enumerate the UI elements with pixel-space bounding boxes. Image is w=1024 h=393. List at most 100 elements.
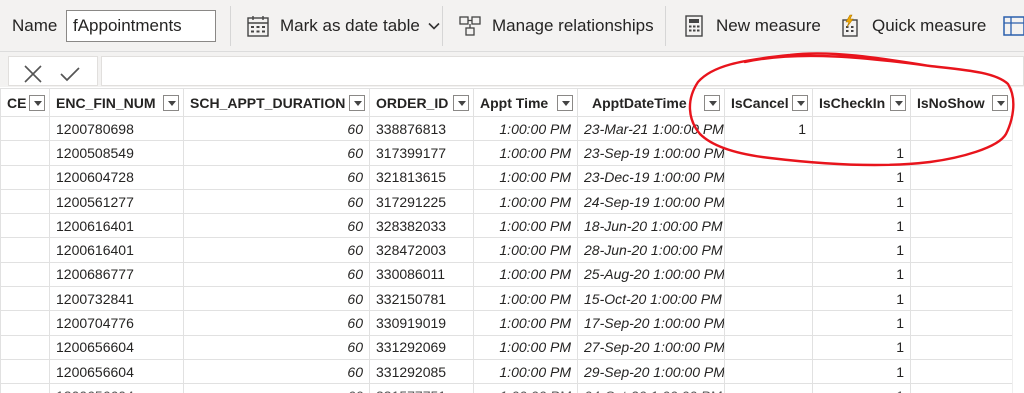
cell-order-id[interactable]: 321813615 (369, 164, 474, 190)
cell-is-checkin[interactable]: 1 (812, 164, 911, 190)
cell-is-cancel[interactable] (724, 140, 813, 166)
cell-appt-time[interactable]: 1:00:00 PM (473, 140, 578, 166)
cell-is-noshow[interactable] (910, 164, 1013, 190)
cell-is-checkin[interactable]: 1 (812, 188, 911, 215)
cell-ce[interactable] (0, 383, 50, 393)
cell-sch-appt-duration[interactable]: 60 (183, 140, 370, 166)
cell-is-cancel[interactable] (724, 383, 813, 393)
cell-enc-fin-num[interactable]: 1200656604 (49, 358, 184, 385)
cell-enc-fin-num[interactable]: 1200616401 (49, 237, 184, 263)
cell-ce[interactable] (0, 115, 50, 142)
cell-order-id[interactable]: 330086011 (369, 261, 474, 288)
commit-check-icon[interactable] (59, 63, 81, 85)
cell-order-id[interactable]: 328472003 (369, 237, 474, 263)
cell-order-id[interactable]: 338876813 (369, 115, 474, 142)
table-row[interactable]: 1200656604 60 331292085 1:00:00 PM 29-Sep-20… (0, 358, 1013, 385)
cell-is-cancel[interactable] (724, 310, 813, 336)
filter-dropdown-icon[interactable] (890, 95, 906, 111)
table-row[interactable]: 1200604728 60 321813615 1:00:00 PM 23-Dec-19… (0, 164, 1013, 190)
cell-ce[interactable] (0, 188, 50, 215)
cell-appt-datetime[interactable]: 27-Sep-20 1:00:00 PM (577, 334, 725, 360)
filter-dropdown-icon[interactable] (349, 95, 365, 111)
cell-sch-appt-duration[interactable]: 60 (183, 334, 370, 360)
column-header[interactable]: ENC_FIN_NUM (49, 88, 184, 117)
cell-is-noshow[interactable] (910, 286, 1013, 312)
table-row[interactable]: 1200508549 60 317399177 1:00:00 PM 23-Sep-19… (0, 140, 1013, 166)
cell-is-checkin[interactable]: 1 (812, 310, 911, 336)
cell-appt-time[interactable]: 1:00:00 PM (473, 286, 578, 312)
cell-appt-time[interactable]: 1:00:00 PM (473, 383, 578, 393)
cell-appt-datetime[interactable]: 23-Sep-19 1:00:00 PM (577, 140, 725, 166)
cell-appt-datetime[interactable]: 23-Dec-19 1:00:00 PM (577, 164, 725, 190)
cell-appt-time[interactable]: 1:00:00 PM (473, 237, 578, 263)
filter-dropdown-icon[interactable] (792, 95, 808, 111)
cell-ce[interactable] (0, 358, 50, 385)
column-header[interactable]: IsCancel (724, 88, 813, 117)
cell-order-id[interactable]: 330919019 (369, 310, 474, 336)
vertical-scrollbar[interactable] (1012, 88, 1024, 393)
column-header[interactable]: ApptDateTime (577, 88, 725, 117)
formula-input[interactable] (101, 56, 1024, 86)
cell-enc-fin-num[interactable]: 1200656604 (49, 334, 184, 360)
new-measure-button[interactable]: New measure (682, 9, 821, 43)
cell-order-id[interactable]: 328382033 (369, 213, 474, 239)
column-header[interactable]: IsNoShow (910, 88, 1013, 117)
cell-is-cancel[interactable] (724, 164, 813, 190)
filter-dropdown-icon[interactable] (453, 95, 469, 111)
cell-enc-fin-num[interactable]: 1200616401 (49, 213, 184, 239)
cell-is-cancel[interactable] (724, 237, 813, 263)
manage-relationships-button[interactable]: Manage relationships (458, 9, 654, 43)
cell-enc-fin-num[interactable]: 1200604728 (49, 164, 184, 190)
cell-ce[interactable] (0, 334, 50, 360)
cell-is-noshow[interactable] (910, 140, 1013, 166)
table-row[interactable]: 1200656604603315777511:00:00 PM04-Oct-20… (0, 383, 1013, 393)
cell-is-cancel[interactable] (724, 261, 813, 288)
column-header[interactable]: Appt Time (473, 88, 578, 117)
column-header[interactable]: SCH_APPT_DURATION (183, 88, 370, 117)
cell-appt-time[interactable]: 1:00:00 PM (473, 115, 578, 142)
cell-appt-datetime[interactable]: 25-Aug-20 1:00:00 PM (577, 261, 725, 288)
table-row[interactable]: 1200616401 60 328382033 1:00:00 PM 18-Jun-20… (0, 213, 1013, 239)
cell-is-checkin[interactable]: 1 (812, 140, 911, 166)
cell-sch-appt-duration[interactable]: 60 (183, 213, 370, 239)
cell-is-noshow[interactable] (910, 213, 1013, 239)
cell-sch-appt-duration[interactable]: 60 (183, 261, 370, 288)
quick-measure-button[interactable]: Quick measure (838, 9, 986, 43)
cell-is-noshow[interactable] (910, 261, 1013, 288)
table-row[interactable]: 1200704776 60 330919019 1:00:00 PM 17-Sep-20… (0, 310, 1013, 336)
cell-is-checkin[interactable]: 1 (812, 334, 911, 360)
cell-ce[interactable] (0, 237, 50, 263)
cell-sch-appt-duration[interactable]: 60 (183, 383, 370, 393)
cell-is-cancel[interactable] (724, 188, 813, 215)
cell-is-checkin[interactable]: 1 (812, 213, 911, 239)
cell-enc-fin-num[interactable]: 1200686777 (49, 261, 184, 288)
cell-is-noshow[interactable] (910, 188, 1013, 215)
cell-appt-time[interactable]: 1:00:00 PM (473, 213, 578, 239)
cell-sch-appt-duration[interactable]: 60 (183, 286, 370, 312)
cell-ce[interactable] (0, 286, 50, 312)
cell-appt-datetime[interactable]: 18-Jun-20 1:00:00 PM (577, 213, 725, 239)
cell-enc-fin-num[interactable]: 1200704776 (49, 310, 184, 336)
cell-is-checkin[interactable]: 1 (812, 383, 911, 393)
cell-is-checkin[interactable] (812, 115, 911, 142)
cell-sch-appt-duration[interactable]: 60 (183, 164, 370, 190)
cell-enc-fin-num[interactable]: 1200508549 (49, 140, 184, 166)
cell-appt-datetime[interactable]: 28-Jun-20 1:00:00 PM (577, 237, 725, 263)
cell-enc-fin-num[interactable]: 1200732841 (49, 286, 184, 312)
cell-is-noshow[interactable] (910, 237, 1013, 263)
cell-is-noshow[interactable] (910, 358, 1013, 385)
cell-order-id[interactable]: 331292069 (369, 334, 474, 360)
table-row[interactable]: 1200732841 60 332150781 1:00:00 PM 15-Oct-20… (0, 286, 1013, 312)
filter-dropdown-icon[interactable] (557, 95, 573, 111)
cell-is-checkin[interactable]: 1 (812, 237, 911, 263)
cell-ce[interactable] (0, 140, 50, 166)
cell-ce[interactable] (0, 261, 50, 288)
filter-dropdown-icon[interactable] (992, 95, 1008, 111)
cell-appt-time[interactable]: 1:00:00 PM (473, 164, 578, 190)
new-column-button[interactable] (1002, 9, 1024, 43)
cell-order-id[interactable]: 317399177 (369, 140, 474, 166)
cell-is-cancel[interactable] (724, 358, 813, 385)
column-header[interactable]: CE (0, 88, 50, 117)
column-header[interactable]: IsCheckIn (812, 88, 911, 117)
cell-appt-time[interactable]: 1:00:00 PM (473, 334, 578, 360)
